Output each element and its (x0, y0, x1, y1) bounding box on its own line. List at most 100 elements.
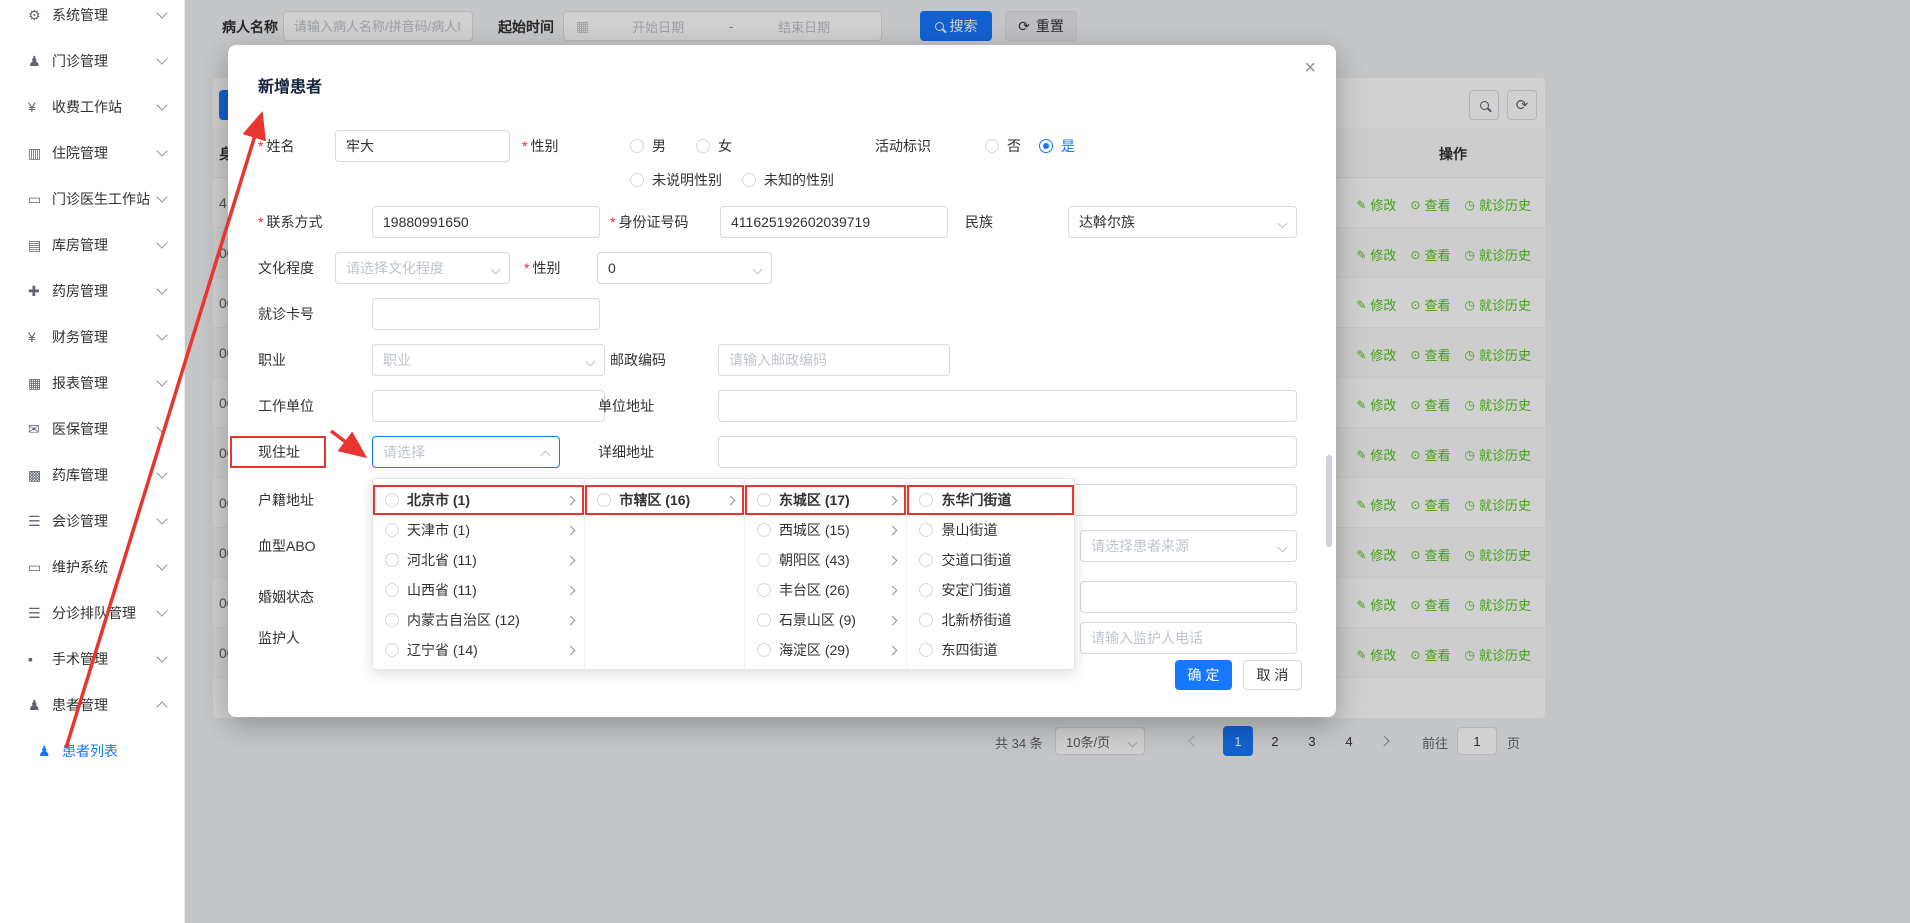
chevron-right-icon (888, 585, 898, 595)
sidebar-item-label: 门诊医生工作站 (52, 189, 158, 209)
active-flag-radio-no[interactable]: 否 (985, 136, 1021, 156)
radio-icon (757, 493, 771, 507)
monitor-icon: ▭ (28, 191, 52, 208)
postcode-label: 邮政编码 (610, 344, 666, 376)
sidebar-item-label: 会诊管理 (52, 511, 158, 531)
radio-icon (919, 553, 933, 567)
active-flag-radio-yes[interactable]: 是 (1039, 136, 1075, 156)
sidebar-item-label: 门诊管理 (52, 51, 158, 71)
sidebar-item-drug-storage-management[interactable]: ▩ 药库管理 (0, 452, 184, 498)
sidebar-item-report-management[interactable]: ▦ 报表管理 (0, 360, 184, 406)
cascader-option-fengtai[interactable]: 丰台区 (26) (745, 575, 907, 605)
cascader-option-chaoyang[interactable]: 朝阳区 (43) (745, 545, 907, 575)
sidebar-item-system-management[interactable]: ⚙ 系统管理 (0, 0, 184, 38)
contact-input[interactable] (372, 206, 600, 238)
cascader-option-dongsi[interactable]: 东四街道 (907, 635, 1074, 665)
sidebar-item-warehouse-management[interactable]: ▤ 库房管理 (0, 222, 184, 268)
cascader-option-liaoning[interactable]: 辽宁省 (14) (373, 635, 584, 665)
chevron-down-icon (156, 513, 167, 524)
cascader-option-neimenggu[interactable]: 内蒙古自治区 (12) (373, 605, 584, 635)
close-icon[interactable]: × (1304, 57, 1316, 80)
cascader-option-haidian[interactable]: 海淀区 (29) (745, 635, 907, 665)
cascader-option-beixinqiao[interactable]: 北新桥街道 (907, 605, 1074, 635)
cancel-button[interactable]: 取 消 (1243, 660, 1302, 690)
radio-icon (757, 583, 771, 597)
sidebar-item-outpatient-management[interactable]: ♟ 门诊管理 (0, 38, 184, 84)
chevron-right-icon (888, 555, 898, 565)
education-select[interactable]: 请选择文化程度 (335, 252, 510, 284)
gender-radio-unknown[interactable]: 未知的性别 (742, 170, 834, 190)
sidebar-item-pharmacy-management[interactable]: ✚ 药房管理 (0, 268, 184, 314)
marital-right-input[interactable] (1080, 581, 1297, 613)
radio-icon (919, 583, 933, 597)
cascader-option-shijingshan[interactable]: 石景山区 (9) (745, 605, 907, 635)
name-input[interactable] (335, 130, 510, 162)
radio-icon (919, 643, 933, 657)
sidebar-item-insurance-management[interactable]: ✉ 医保管理 (0, 406, 184, 452)
unit-address-input[interactable] (718, 390, 1297, 422)
cascader-city-column: 市辖区 (16) (585, 479, 745, 669)
work-unit-input[interactable] (372, 390, 605, 422)
nation-label: 民族 (965, 206, 993, 238)
chevron-down-icon (156, 329, 167, 340)
cascader-option-beijing[interactable]: 北京市 (1) (373, 485, 584, 515)
gender-radio-female[interactable]: 女 (696, 136, 732, 156)
cascader-option-andingmen[interactable]: 安定门街道 (907, 575, 1074, 605)
gender-radio-male[interactable]: 男 (630, 136, 666, 156)
cascader-option-shixiaqu[interactable]: 市辖区 (16) (585, 485, 744, 515)
cascader-option-shanxi[interactable]: 山西省 (11) (373, 575, 584, 605)
gender2-select[interactable]: 0 (597, 252, 772, 284)
cascader-option-jiaodaokou[interactable]: 交道口街道 (907, 545, 1074, 575)
person-icon: ♟ (38, 743, 62, 760)
mail-icon: ✉ (28, 421, 52, 438)
blood-abo-label: 血型ABO (258, 530, 316, 562)
sidebar-subitem-label: 患者列表 (62, 741, 166, 761)
cascader-option-dongcheng[interactable]: 东城区 (17) (745, 485, 907, 515)
radio-icon (630, 173, 644, 187)
chevron-up-icon (156, 701, 167, 712)
sidebar-item-consultation-management[interactable]: ☰ 会诊管理 (0, 498, 184, 544)
chevron-right-icon (888, 615, 898, 625)
chevron-down-icon (586, 357, 596, 367)
cascader-province-column: 北京市 (1) 天津市 (1) 河北省 (11) 山西省 (11) 内蒙古自治区… (373, 479, 585, 669)
radio-icon (757, 523, 771, 537)
sidebar-item-label: 住院管理 (52, 143, 158, 163)
cascader-option-xicheng[interactable]: 西城区 (15) (745, 515, 907, 545)
occupation-select[interactable]: 职业 (372, 344, 605, 376)
guardian-phone-input[interactable] (1080, 622, 1297, 654)
sidebar-item-finance-management[interactable]: ¥ 财务管理 (0, 314, 184, 360)
gender2-label: *性别 (524, 252, 560, 284)
confirm-button[interactable]: 确 定 (1175, 660, 1232, 690)
sidebar-item-charging-workstation[interactable]: ¥ 收费工作站 (0, 84, 184, 130)
cascader-option-tianjin[interactable]: 天津市 (1) (373, 515, 584, 545)
sidebar-item-patient-management[interactable]: ♟ 患者管理 (0, 682, 184, 728)
education-label: 文化程度 (258, 252, 314, 284)
sidebar-item-patient-list[interactable]: ♟ 患者列表 (0, 728, 184, 774)
sidebar-item-maintenance-system[interactable]: ▭ 维护系统 (0, 544, 184, 590)
gender-radio-group: 男 女 (630, 130, 732, 162)
chevron-down-icon (156, 605, 167, 616)
postcode-input[interactable] (718, 344, 950, 376)
gender-label: *性别 (522, 130, 558, 162)
cascader-option-jingshan[interactable]: 景山街道 (907, 515, 1074, 545)
patient-source-select[interactable]: 请选择患者来源 (1080, 530, 1297, 562)
sidebar-item-surgery-management[interactable]: ▪ 手术管理 (0, 636, 184, 682)
sidebar-item-outpatient-doctor-workstation[interactable]: ▭ 门诊医生工作站 (0, 176, 184, 222)
name-label: *姓名 (258, 130, 294, 162)
sidebar-item-inpatient-management[interactable]: ▥ 住院管理 (0, 130, 184, 176)
chevron-up-icon (541, 451, 551, 461)
cascader-option-donghuamen[interactable]: 东华门街道 (907, 485, 1074, 515)
nation-select[interactable]: 达斡尔族 (1068, 206, 1297, 238)
card-no-input[interactable] (372, 298, 600, 330)
current-address-select[interactable]: 请选择 (372, 436, 560, 468)
sidebar-item-triage-queue-management[interactable]: ☰ 分诊排队管理 (0, 590, 184, 636)
unit-address-label: 单位地址 (598, 390, 654, 422)
report-icon: ▦ (28, 375, 52, 392)
id-number-input[interactable] (720, 206, 948, 238)
bar-chart-icon: ▥ (28, 145, 52, 162)
detail-address-input[interactable] (718, 436, 1297, 468)
gender-radio-unstated[interactable]: 未说明性别 (630, 170, 722, 190)
radio-icon (919, 493, 933, 507)
cascader-option-hebei[interactable]: 河北省 (11) (373, 545, 584, 575)
modal-scrollbar[interactable] (1326, 455, 1332, 547)
